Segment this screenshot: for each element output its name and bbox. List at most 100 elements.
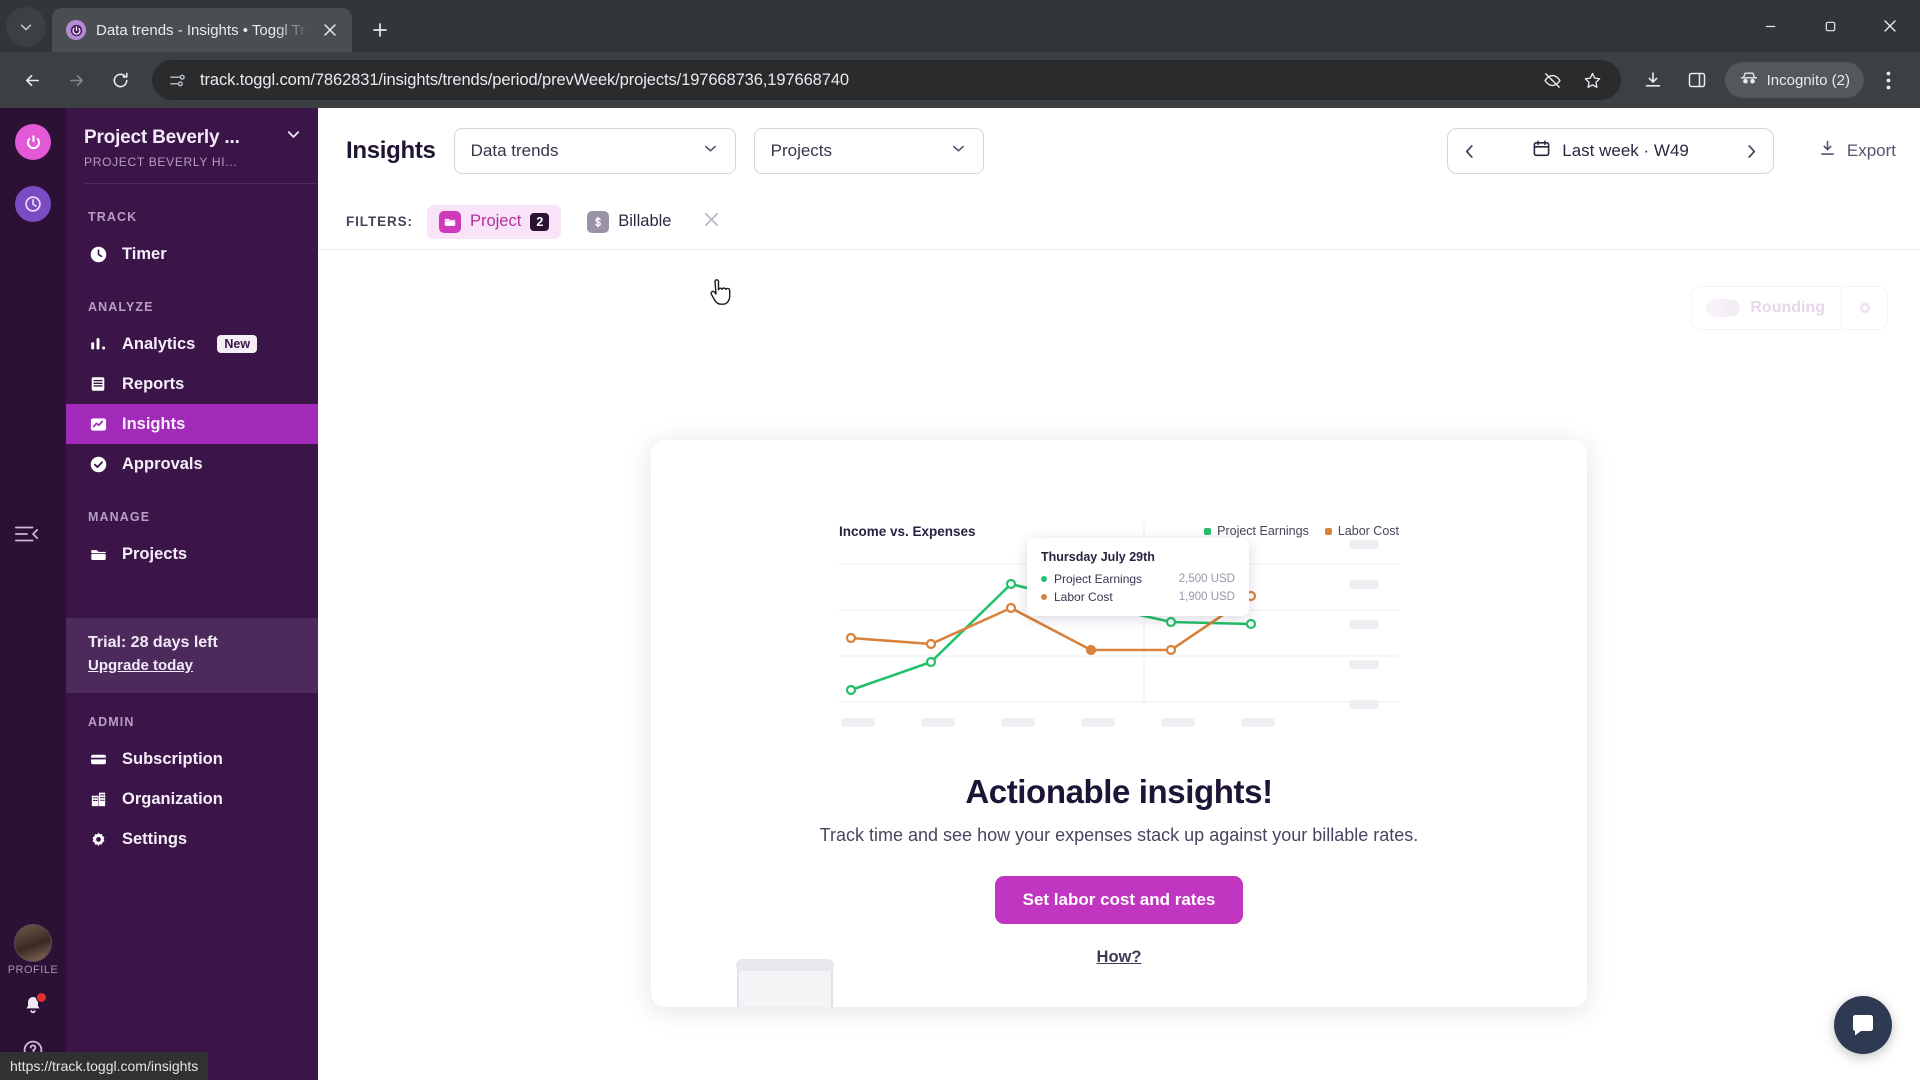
sidebar-item-label: Projects: [122, 544, 188, 563]
chevron-left-icon[interactable]: [1448, 129, 1490, 173]
arrow-back-icon[interactable]: [12, 60, 52, 100]
address-bar[interactable]: track.toggl.com/7862831/insights/trends/…: [152, 60, 1621, 100]
sidebar-item-timer[interactable]: Timer: [66, 234, 318, 274]
maximize-icon[interactable]: [1800, 0, 1860, 52]
star-icon[interactable]: [1579, 66, 1607, 94]
browser-window: Data trends - Insights • Toggl Tr track.…: [0, 0, 1920, 1080]
chevron-down-icon[interactable]: [285, 126, 302, 149]
rounding-control[interactable]: Rounding: [1691, 286, 1888, 330]
export-label: Export: [1846, 141, 1896, 160]
gear-icon[interactable]: [1841, 287, 1887, 329]
toggl-timer-icon[interactable]: [15, 186, 51, 222]
workspace-header[interactable]: Project Beverly ... PROJECT BEVERLY HI..…: [66, 108, 318, 183]
sidebar-item-label: Organization: [122, 789, 223, 808]
upgrade-link[interactable]: Upgrade today: [88, 657, 193, 674]
download-icon: [1818, 139, 1837, 163]
rounding-label: Rounding: [1750, 299, 1825, 316]
set-labor-cost-button[interactable]: Set labor cost and rates: [994, 876, 1244, 924]
three-dot-menu-icon[interactable]: [1868, 60, 1908, 100]
building-icon: [88, 789, 108, 809]
tooltip-row-label: Project Earnings: [1054, 572, 1143, 586]
sidebar-item-label: Subscription: [122, 749, 223, 768]
arrow-forward-icon: [56, 60, 96, 100]
legend-item-earnings: Project Earnings: [1204, 524, 1309, 538]
close-icon[interactable]: [318, 18, 342, 42]
eye-slash-icon[interactable]: [1539, 66, 1567, 94]
sidebar-section-admin: ADMIN: [88, 715, 135, 729]
sidebar-section-analyze: ANALYZE: [88, 300, 154, 314]
sidebar-item-label: Timer: [122, 244, 167, 263]
tab-search-icon[interactable]: [6, 7, 46, 47]
sidebar-item-settings[interactable]: Settings: [66, 819, 318, 859]
grouping-select[interactable]: Projects: [753, 128, 984, 174]
dollar-icon: [587, 210, 610, 233]
insights-content: Rounding Income vs. Expenses Project Ear…: [318, 250, 1920, 1080]
page-settings-icon[interactable]: [166, 69, 188, 91]
check-circle-icon: [88, 454, 108, 474]
plus-icon[interactable]: [362, 12, 398, 48]
address-bar-url[interactable]: track.toggl.com/7862831/insights/trends/…: [200, 71, 1527, 90]
filters-label: FILTERS:: [346, 214, 413, 229]
collapse-sidebar-icon[interactable]: [14, 523, 40, 550]
empty-state-subtext: Track time and see how your expenses sta…: [819, 825, 1419, 845]
gear-icon: [88, 829, 108, 849]
sidebar-item-analytics[interactable]: Analytics New: [66, 324, 318, 364]
notification-bell-icon[interactable]: [22, 992, 47, 1021]
rounding-toggle[interactable]: Rounding: [1692, 287, 1841, 329]
clear-filters-icon[interactable]: [703, 211, 720, 233]
sidebar-item-label: Insights: [122, 414, 186, 433]
browser-tab-strip: Data trends - Insights • Toggl Tr: [0, 0, 1920, 52]
incognito-indicator[interactable]: Incognito (2): [1724, 62, 1864, 98]
date-range-value: Last week · W49: [1562, 141, 1689, 160]
chart-axis-placeholder-ticks: [841, 718, 1275, 727]
status-badge: New: [217, 335, 258, 353]
calendar-icon: [1532, 139, 1551, 163]
sidebar-item-subscription[interactable]: Subscription: [66, 739, 318, 779]
report-type-select[interactable]: Data trends: [453, 128, 736, 174]
tooltip-row-label: Labor Cost: [1054, 590, 1113, 604]
sidebar-item-projects[interactable]: Projects: [66, 534, 318, 574]
filter-chip-project[interactable]: Project 2: [426, 204, 562, 239]
legend-label: Labor Cost: [1337, 524, 1399, 538]
sidebar-item-approvals[interactable]: Approvals: [66, 444, 318, 484]
window-close-icon[interactable]: [1860, 0, 1920, 52]
date-range-value-group[interactable]: Last week · W49: [1490, 139, 1731, 163]
download-icon[interactable]: [1633, 60, 1673, 100]
workspace-name-row[interactable]: Project Beverly ...: [84, 126, 302, 149]
toggl-power-icon[interactable]: [15, 124, 51, 160]
browser-tab[interactable]: Data trends - Insights • Toggl Tr: [52, 8, 352, 52]
insights-header: Insights Data trends Projects Last week …: [318, 108, 1920, 194]
grouping-value: Projects: [770, 141, 833, 160]
export-button[interactable]: Export: [1818, 139, 1896, 163]
folder-icon: [88, 544, 108, 564]
browser-toolbar: track.toggl.com/7862831/insights/trends/…: [0, 52, 1920, 108]
avatar[interactable]: [13, 924, 52, 962]
filter-chip-label: Billable: [618, 212, 672, 230]
tooltip-row-value: 1,900 USD: [1178, 591, 1235, 603]
side-panel-icon[interactable]: [1677, 60, 1717, 100]
chart-tooltip-row: Project Earnings 2,500 USD: [1041, 572, 1235, 586]
sidebar-item-organization[interactable]: Organization: [66, 779, 318, 819]
reload-icon[interactable]: [100, 60, 140, 100]
sidebar-item-reports[interactable]: Reports: [66, 364, 318, 404]
filter-chip-billable[interactable]: Billable: [575, 205, 683, 239]
browser-status-bar: https://track.toggl.com/insights: [0, 1052, 209, 1080]
sidebar-item-label: Approvals: [122, 454, 203, 473]
bar-chart-icon: [88, 334, 108, 354]
window-controls: [1740, 0, 1920, 52]
legend-label: Project Earnings: [1217, 524, 1309, 538]
chat-bubble-icon[interactable]: [1834, 996, 1892, 1054]
filter-chip-label: Project: [469, 212, 522, 230]
chevron-down-icon[interactable]: [950, 140, 967, 162]
chevron-down-icon[interactable]: [702, 140, 719, 162]
chevron-right-icon[interactable]: [1731, 129, 1773, 173]
toggle-switch[interactable]: [1706, 299, 1741, 317]
sidebar: Project Beverly ... PROJECT BEVERLY HI..…: [66, 108, 318, 1080]
workspace-name: Project Beverly ...: [84, 126, 240, 148]
minimize-icon[interactable]: [1740, 0, 1800, 52]
incognito-icon: [1739, 70, 1759, 90]
sidebar-item-insights[interactable]: Insights: [66, 404, 318, 444]
incognito-label: Incognito (2): [1766, 71, 1850, 89]
date-range-picker[interactable]: Last week · W49: [1447, 128, 1774, 174]
status-bar-url: https://track.toggl.com/insights: [10, 1058, 199, 1074]
